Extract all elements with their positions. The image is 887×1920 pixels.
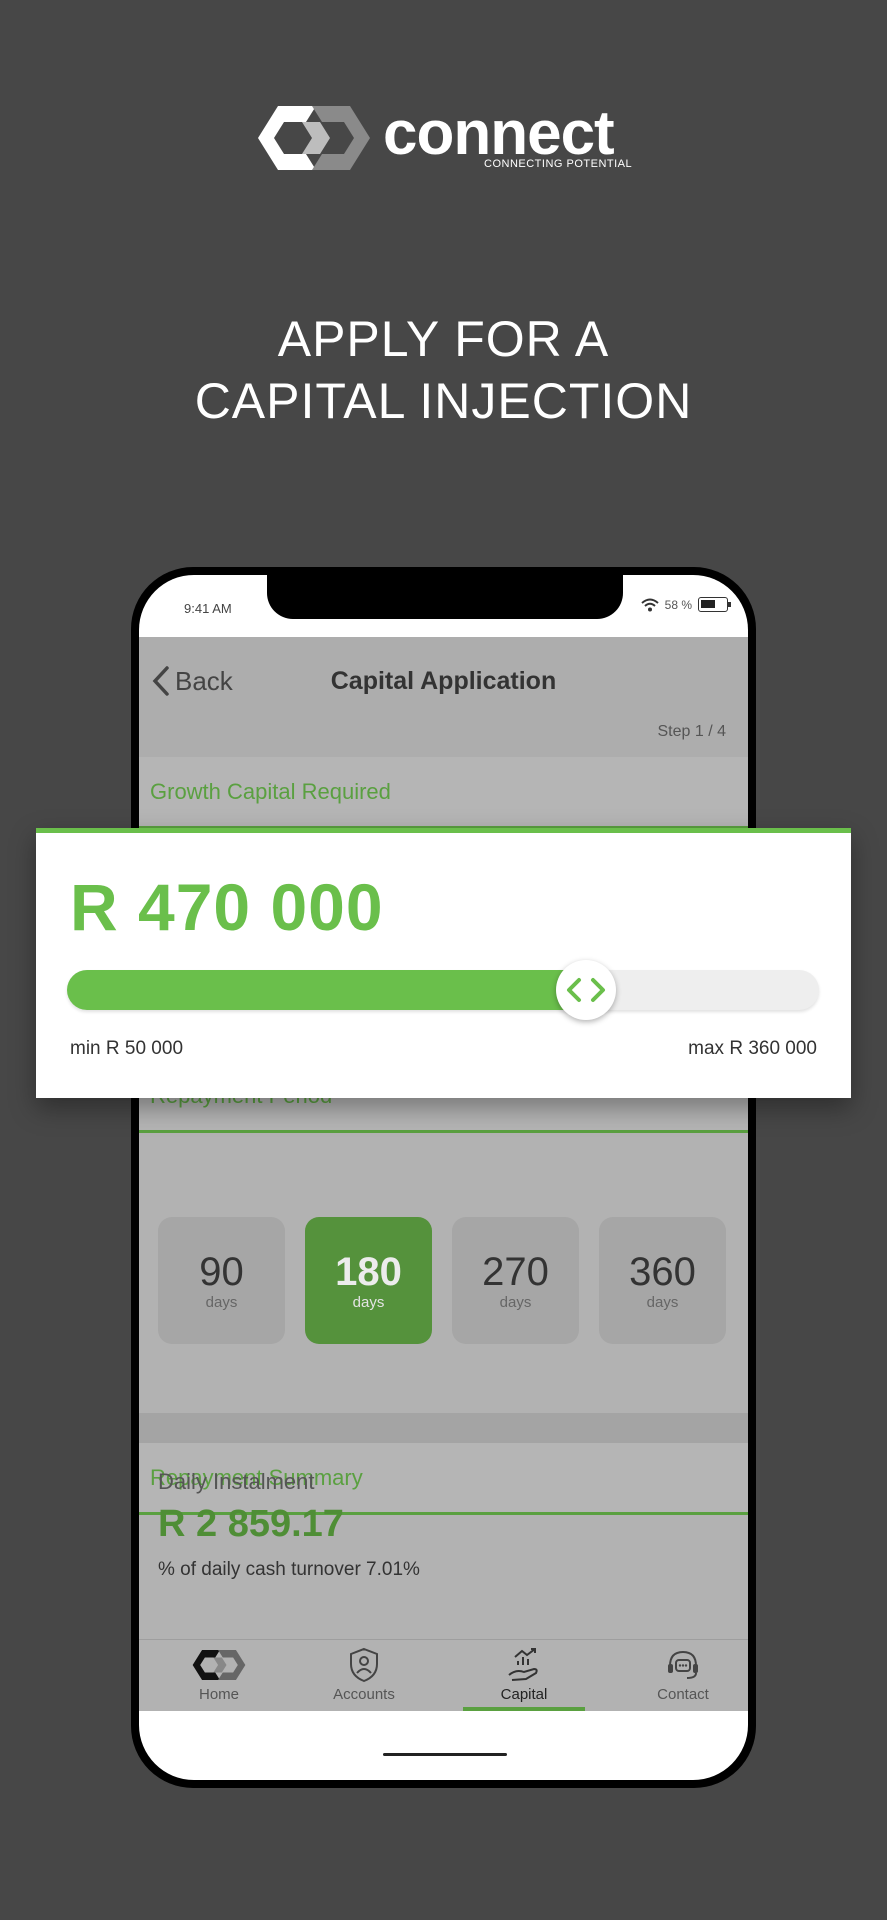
nav-bar: Back Capital Application Step 1 / 4 [139,637,748,757]
option-days-unit: days [205,1294,238,1311]
page-title: Capital Application [330,667,557,695]
headline-line-2: CAPITAL INJECTION [194,373,693,429]
option-days-value: 90 [199,1250,244,1294]
shield-user-icon [350,1647,378,1683]
connect-logo-icon [258,106,370,170]
option-days-unit: days [352,1294,385,1311]
app-content: Back Capital Application Step 1 / 4 Grow… [139,637,748,1711]
tab-contact[interactable]: Contact [633,1640,733,1712]
section-growth-capital: Growth Capital Required [139,757,748,829]
tab-home[interactable]: Home [169,1640,269,1712]
status-time: 9:41 AM [184,601,232,616]
phone-screen: 9:41 AM 58 % Back Capital Application St… [139,575,748,1780]
chevron-left-right-icon [566,978,605,1002]
step-indicator: Step 1 / 4 [657,723,727,740]
logo-icon [192,1649,246,1681]
section-divider [139,1413,748,1443]
hand-growth-icon [508,1648,538,1681]
amount-slider-thumb[interactable] [555,960,616,1020]
daily-instalment-label: Daily Instalment [158,1469,315,1494]
option-days-value: 180 [335,1250,402,1294]
active-tab-indicator [463,1707,585,1711]
amount-slider-fill [67,970,586,1010]
brand-tagline: CONNECTING POTENTIAL [484,158,633,170]
repayment-option-360[interactable]: 360 days [599,1217,726,1344]
turnover-percentage: % of daily cash turnover 7.01% [158,1559,420,1580]
capital-amount: R 470 000 [70,870,384,944]
option-days-unit: days [499,1294,532,1311]
slider-min-label: min R 50 000 [70,1038,184,1059]
repayment-option-180[interactable]: 180 days [305,1217,432,1344]
battery-percent: 58 % [664,597,692,612]
daily-instalment-amount: R 2 859.17 [158,1503,344,1545]
option-days-value: 360 [629,1250,696,1294]
capital-amount-card: R 470 000 min R 50 000 max R 360 000 [36,828,851,1098]
phone-frame: 9:41 AM 58 % Back Capital Application St… [131,567,756,1788]
headline-line-1: APPLY FOR A [277,311,610,367]
slider-max-label: max R 360 000 [688,1038,817,1059]
option-days-value: 270 [482,1250,549,1294]
tab-label: Home [198,1686,239,1703]
tab-capital[interactable]: Capital [463,1640,585,1712]
status-icons: 58 % [640,597,731,612]
repayment-option-270[interactable]: 270 days [452,1217,579,1344]
bottom-tab-bar: Home Accounts Capital Contact [139,1639,748,1711]
brand-header: connect CONNECTING POTENTIAL [258,99,638,176]
repayment-option-90[interactable]: 90 days [158,1217,285,1344]
wifi-icon [640,598,659,611]
tab-label: Accounts [333,1686,395,1703]
home-indicator[interactable] [383,1753,507,1756]
tab-label: Contact [657,1686,709,1703]
tab-label: Capital [500,1686,548,1703]
phone-notch [267,575,623,619]
repayment-options: 90 days 180 days 270 days 360 days [158,1217,726,1344]
tab-accounts[interactable]: Accounts [309,1640,419,1712]
battery-icon [698,597,731,612]
option-days-unit: days [646,1294,679,1311]
section-label-growth: Growth Capital Required [150,779,391,804]
headset-chat-icon [668,1650,698,1679]
